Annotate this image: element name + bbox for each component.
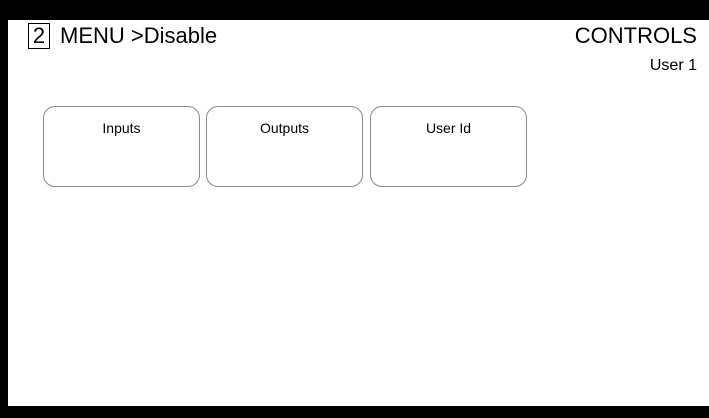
user-id-button-label: User Id xyxy=(425,120,472,136)
inputs-button[interactable]: Inputs xyxy=(43,106,200,187)
current-user-label: User 1 xyxy=(649,57,697,74)
menu-level-indicator: 2 xyxy=(28,23,50,49)
inputs-button-label: Inputs xyxy=(102,120,141,136)
user-id-button[interactable]: User Id xyxy=(370,106,527,187)
section-title: CONTROLS xyxy=(574,23,697,48)
outputs-button-label: Outputs xyxy=(259,120,310,136)
outputs-button[interactable]: Outputs xyxy=(206,106,363,187)
main-screen: 2 MENU >Disable CONTROLS User 1 Inputs O… xyxy=(8,20,709,406)
breadcrumb: MENU >Disable xyxy=(60,23,218,48)
